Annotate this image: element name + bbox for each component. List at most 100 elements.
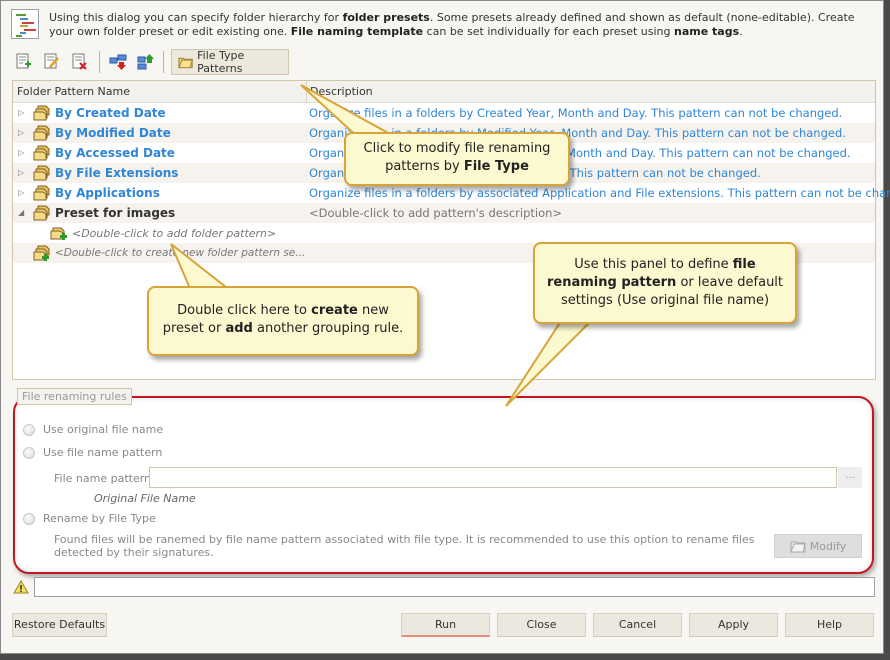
preset-name: By Applications [55, 186, 160, 200]
add-folder-icon [50, 227, 67, 240]
callout-text: preset or add another grouping rule. [149, 320, 417, 338]
collapse-icon[interactable]: ◢ [18, 208, 24, 217]
preset-description: Organize files in a folders by associate… [309, 186, 890, 200]
folder-stack-icon [33, 185, 50, 201]
folder-stack-icon [33, 205, 50, 221]
expand-icon[interactable]: ▷ [18, 148, 24, 157]
run-button[interactable]: Run [401, 613, 490, 637]
expand-icon[interactable]: ▷ [18, 128, 24, 137]
radio-label: Use file name pattern [43, 446, 163, 459]
toolbar-separator [163, 51, 164, 73]
info-text-bold: folder presets [342, 11, 430, 24]
folder-icon [178, 57, 193, 69]
create-preset-callout: Double click here to create new preset o… [147, 286, 419, 356]
callout-text: Use this panel to define file [535, 256, 795, 274]
file-type-patterns-button[interactable]: File Type Patterns [171, 49, 289, 75]
radio-button[interactable] [23, 446, 35, 459]
callout-text-bold: renaming pattern [546, 275, 677, 290]
add-folder-pattern-row[interactable]: <Double-click to add folder pattern> [13, 223, 875, 243]
callout-text-part: Double click here to [177, 303, 312, 318]
info-text-part: Using this dialog you can specify folder… [49, 11, 343, 24]
tree-row[interactable]: ◢ Preset for images <Double-click to add… [13, 203, 875, 223]
preset-description[interactable]: <Double-click to add pattern's descripti… [309, 206, 562, 220]
preset-name: By Accessed Date [55, 146, 175, 160]
callout-text-part: patterns by [385, 159, 464, 174]
info-header: Using this dialog you can specify folder… [11, 9, 881, 41]
file-type-patterns-label: File Type Patterns [197, 49, 245, 75]
column-divider[interactable] [306, 81, 307, 103]
expand-icon[interactable]: ▷ [18, 188, 24, 197]
folder-icon [790, 541, 806, 553]
warning-icon [13, 580, 29, 594]
info-text-bold: name tags [674, 25, 740, 38]
browse-pattern-button[interactable]: ... [838, 467, 862, 488]
folder-stack-icon [33, 125, 50, 141]
apply-button[interactable]: Apply [689, 613, 778, 637]
toolbar-separator [99, 51, 100, 73]
folder-stack-icon [33, 165, 50, 181]
callout-text: settings (Use original file name) [560, 293, 770, 308]
use-original-file-name-radio[interactable]: Use original file name [23, 423, 163, 436]
callout-text-part: preset or [162, 321, 226, 336]
edit-preset-button[interactable] [41, 51, 63, 73]
add-preset-button[interactable] [13, 51, 35, 73]
close-button[interactable]: Close [497, 613, 586, 637]
hierarchy-list-icon [11, 9, 39, 39]
preset-description: Organize files in a folders by Created Y… [309, 106, 843, 120]
renaming-panel-callout: Use this panel to define file renaming p… [533, 242, 797, 324]
move-down-icon [109, 54, 127, 70]
callout-text: Double click here to create new [149, 302, 417, 320]
callout-text-part: Use this panel to define [574, 257, 733, 272]
modify-label: Modify [809, 539, 847, 553]
restore-defaults-button[interactable]: Restore Defaults [12, 613, 107, 637]
cancel-button[interactable]: Cancel [593, 613, 682, 637]
callout-text-part: new [357, 303, 389, 318]
rename-by-file-type-description: Found files will be ranemed by file name… [54, 533, 755, 559]
preset-name: Preset for images [55, 206, 176, 220]
folder-stack-icon [33, 105, 50, 121]
rename-by-file-type-radio[interactable]: Rename by File Type [23, 512, 156, 525]
pattern-preview: Original File Name [94, 492, 196, 505]
radio-button[interactable] [23, 512, 35, 525]
callout-text-part: another grouping rule. [252, 321, 404, 336]
callout-text-part: or leave default [676, 275, 784, 290]
column-header-name[interactable]: Folder Pattern Name [17, 85, 130, 98]
info-text-bold: File naming template [290, 25, 424, 38]
callout-text: patterns by File Type [346, 158, 568, 176]
file-name-pattern-input[interactable] [149, 467, 837, 488]
add-folder-stack-icon [33, 245, 50, 261]
tree-row[interactable]: ▷ By Applications Organize files in a fo… [13, 183, 890, 203]
callout-text-bold: add [225, 321, 253, 336]
info-text-part: . [739, 25, 743, 38]
status-message-box [34, 577, 875, 597]
tree-header: Folder Pattern Name Description [13, 81, 875, 103]
radio-button[interactable] [23, 423, 35, 436]
info-text: Using this dialog you can specify folder… [49, 11, 879, 39]
callout-text-bold: create [311, 303, 358, 318]
info-text-part: can be set individually for each preset … [423, 25, 675, 38]
add-folder-pattern-hint: <Double-click to add folder pattern> [72, 227, 277, 240]
callout-text: renaming pattern or leave default [535, 274, 795, 292]
file-name-pattern-label: File name pattern: [54, 472, 155, 485]
column-header-description[interactable]: Description [310, 85, 373, 98]
create-preset-hint: <Double-click to create new folder patte… [55, 247, 306, 259]
preset-name: By File Extensions [55, 166, 179, 180]
radio-label: Rename by File Type [43, 512, 156, 525]
callout-text-bold: File Type [463, 159, 529, 174]
use-file-name-pattern-radio[interactable]: Use file name pattern [23, 446, 162, 459]
delete-preset-button[interactable] [69, 51, 91, 73]
modify-button[interactable]: Modify [774, 534, 862, 558]
expand-icon[interactable]: ▷ [18, 168, 24, 177]
move-up-button[interactable] [135, 51, 157, 73]
preset-name: By Created Date [55, 106, 166, 120]
callout-text-bold: file [732, 257, 756, 272]
move-down-button[interactable] [107, 51, 129, 73]
expand-icon[interactable]: ▷ [18, 108, 24, 117]
file-type-callout: Click to modify file renaming patterns b… [344, 132, 570, 186]
tree-row[interactable]: ▷ By Created Date Organize files in a fo… [13, 103, 875, 123]
folder-presets-dialog: Using this dialog you can specify folder… [0, 0, 890, 654]
move-up-icon [137, 54, 154, 70]
file-renaming-rules-legend: File renaming rules [17, 388, 132, 405]
help-button[interactable]: Help [785, 613, 874, 637]
folder-pattern-tree: Folder Pattern Name Description ▷ By Cre… [12, 80, 890, 380]
